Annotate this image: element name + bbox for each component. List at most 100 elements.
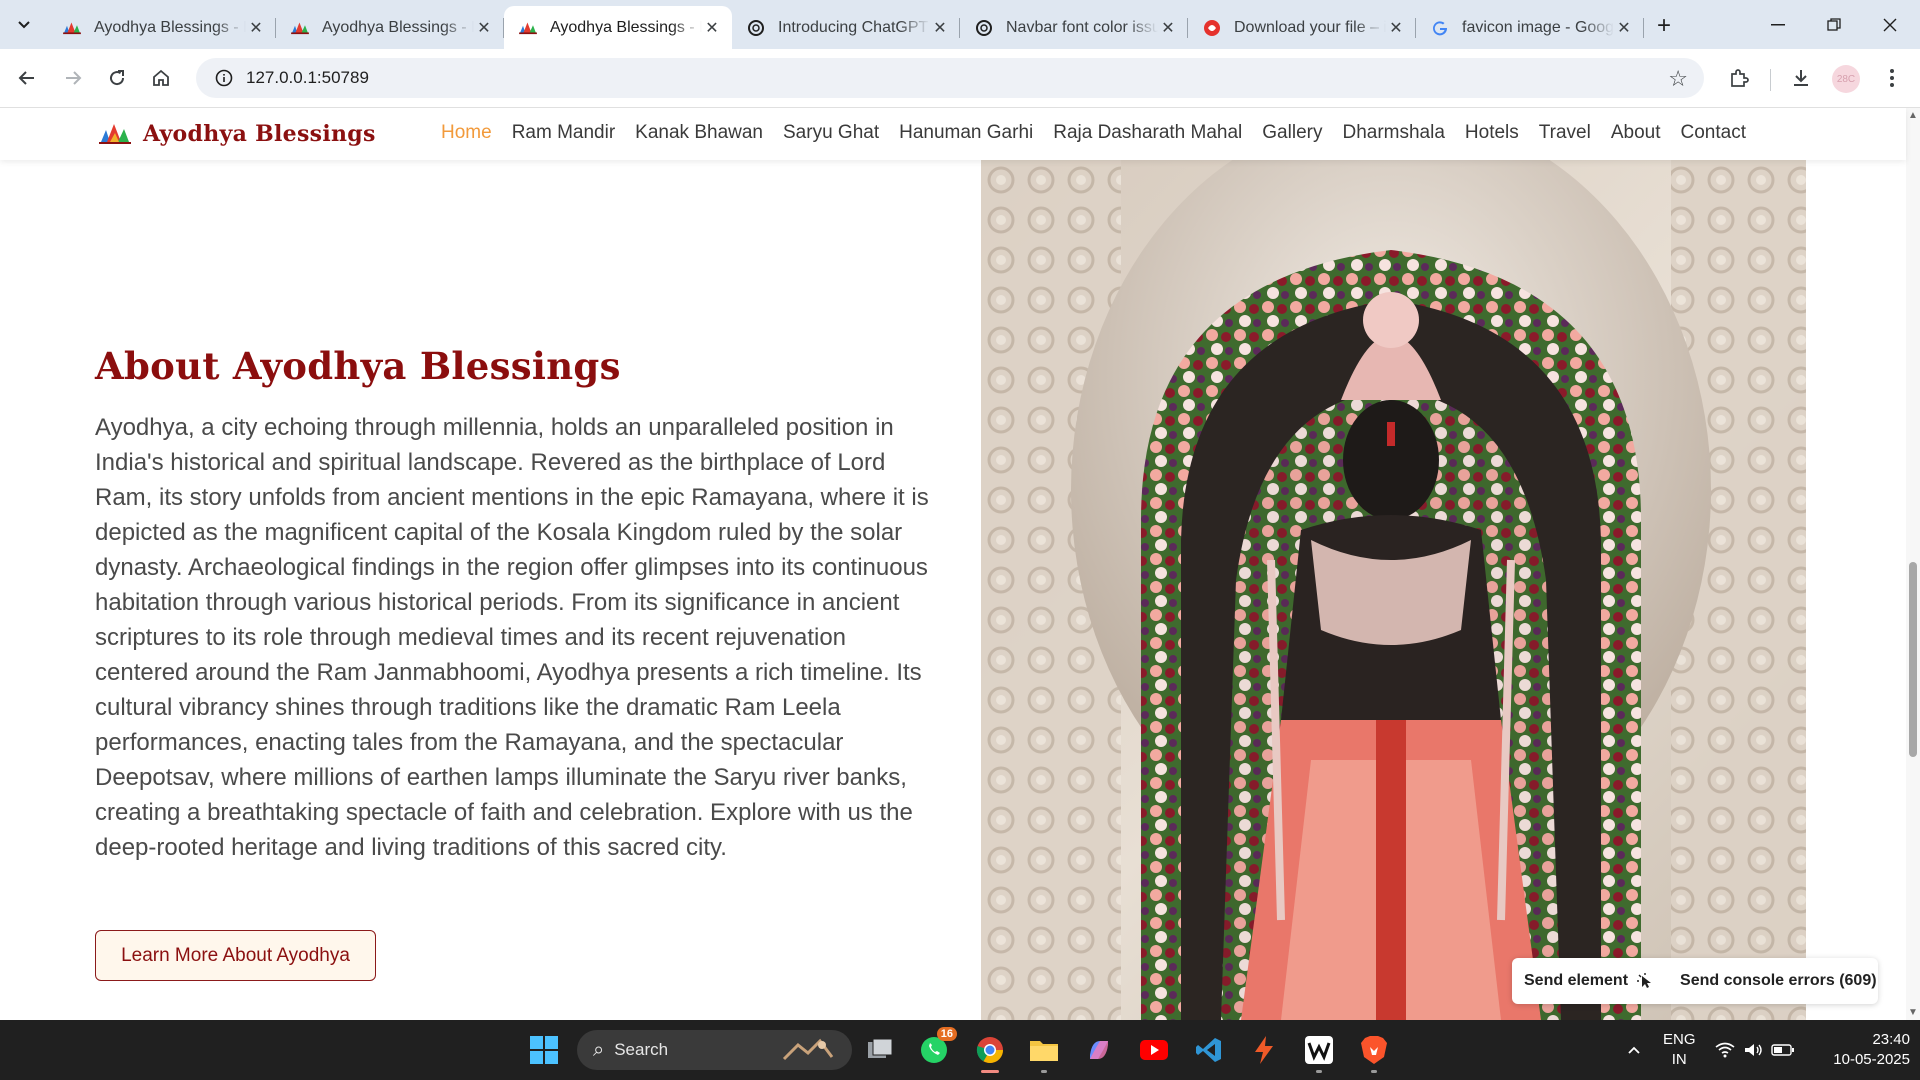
close-tab-icon[interactable]: ✕ [930,18,950,38]
scroll-up-icon[interactable]: ▲ [1908,110,1918,121]
close-window-button[interactable] [1862,0,1918,49]
ayodhya-logo-icon [62,18,82,38]
folder-icon [1030,1041,1058,1061]
ram-lalla-photo [981,160,1806,1020]
windows-taskbar: ⌕ Search 16 ENG IN 23:40 10-05-2025 [0,1020,1920,1080]
learn-more-button[interactable]: Learn More About Ayodhya [95,930,376,981]
nav-link-hanuman-garhi[interactable]: Hanuman Garhi [899,122,1033,144]
restore-button[interactable] [1806,0,1862,49]
nav-link-raja-dasharath-mahal[interactable]: Raja Dasharath Mahal [1053,122,1242,144]
page-scrollbar[interactable]: ▲ ▼ [1906,108,1920,1020]
flash-app-taskbar[interactable] [1247,1033,1281,1067]
language-code: ENG [1663,1031,1696,1048]
nav-link-contact[interactable]: Contact [1681,122,1746,144]
brave-taskbar-app[interactable] [1357,1033,1391,1073]
taskbar-search[interactable]: ⌕ Search [577,1030,852,1070]
nav-link-travel[interactable]: Travel [1539,122,1591,144]
profile-avatar[interactable]: 28C [1832,65,1860,93]
input-language-indicator[interactable]: ENG IN [1663,1030,1696,1070]
quick-settings[interactable] [1715,1020,1795,1080]
reload-button[interactable] [100,61,134,95]
chrome-icon [976,1037,1004,1064]
browser-tab[interactable]: Introducing ChatGPT ✕ [732,6,960,49]
browser-menu-button[interactable] [1875,61,1909,95]
browser-tab[interactable]: favicon image - Google Search✕ [1416,6,1644,49]
browser-toolbar: 127.0.0.1:50789 ☆ 28C [0,49,1920,108]
youtube-taskbar-app[interactable] [1137,1033,1171,1067]
site-brand[interactable]: Ayodhya Blessings [97,120,376,148]
nav-link-home[interactable]: Home [441,122,492,144]
tab-title: Ayodhya Blessings - Home [550,18,702,36]
whatsapp-badge: 16 [936,1027,957,1041]
close-tab-icon[interactable]: ✕ [1158,18,1178,38]
ilovepdf-icon [1202,18,1222,38]
forward-button[interactable] [56,61,90,95]
downloads-button[interactable] [1784,61,1818,95]
search-highlight-icon [782,1038,834,1061]
clock-time: 23:40 [1872,1031,1910,1048]
send-console-errors-button[interactable]: Send console errors (609) [1680,972,1877,990]
close-tab-icon[interactable]: ✕ [474,18,494,38]
close-tab-icon[interactable]: ✕ [246,18,266,38]
scrollbar-thumb[interactable] [1909,562,1917,757]
vscode-icon [1196,1038,1221,1062]
windows-logo-icon [530,1036,558,1064]
main-nav: Home Ram Mandir Kanak Bhawan Saryu Ghat Hanu… [441,122,1766,144]
task-view-button[interactable] [863,1033,897,1067]
nav-link-dharmshala[interactable]: Dharmshala [1342,122,1444,144]
browser-tab[interactable]: Ayodhya Blessings - Home✕ [504,6,732,49]
wps-running-indicator [1316,1070,1322,1073]
minimize-icon [1771,23,1785,25]
home-button[interactable] [144,61,178,95]
browser-tab[interactable]: Ayodhya Blessings - Home✕ [48,6,276,49]
chevron-up-icon [1628,1046,1640,1054]
devtools-send-overlay: Send element Send console errors (609) [1512,958,1878,1004]
browser-tab[interactable]: Navbar font color issue ✕ [960,6,1188,49]
arrow-left-icon [18,71,34,85]
close-tab-icon[interactable]: ✕ [1614,18,1634,38]
lightning-icon [1255,1036,1273,1064]
vscode-taskbar-app[interactable] [1192,1033,1226,1067]
start-button[interactable] [527,1033,561,1067]
close-tab-icon[interactable]: ✕ [1386,18,1406,38]
whatsapp-taskbar-app[interactable]: 16 [917,1027,957,1067]
nav-link-ram-mandir[interactable]: Ram Mandir [512,122,615,144]
send-element-button[interactable]: Send element [1524,972,1654,990]
nav-link-about[interactable]: About [1611,122,1661,144]
browser-tab[interactable]: Ayodhya Blessings - Home✕ [276,6,504,49]
url-text[interactable]: 127.0.0.1:50789 [246,68,369,88]
nav-link-gallery[interactable]: Gallery [1262,122,1322,144]
download-icon [1794,70,1808,86]
nav-link-hotels[interactable]: Hotels [1465,122,1519,144]
file-explorer-taskbar-app[interactable] [1027,1033,1061,1073]
chrome-taskbar-app[interactable] [973,1033,1007,1073]
page-viewport: Ayodhya Blessings Home Ram Mandir Kanak Bh… [0,108,1920,1020]
back-button[interactable] [10,61,44,95]
wifi-icon [1715,1042,1735,1058]
openai-icon [746,18,766,38]
address-bar[interactable]: 127.0.0.1:50789 ☆ [196,58,1704,98]
extensions-button[interactable] [1722,61,1756,95]
bookmark-star-icon[interactable]: ☆ [1668,66,1688,92]
chevron-down-icon [18,21,30,29]
minimize-button[interactable] [1750,0,1806,49]
copilot-taskbar-app[interactable] [1082,1033,1116,1067]
tab-search-button[interactable] [8,10,40,40]
new-tab-button[interactable]: + [1650,12,1678,40]
scroll-down-icon[interactable]: ▼ [1908,1007,1918,1018]
browser-tab[interactable]: Download your file – iLovePDF✕ [1188,6,1416,49]
copilot-icon [1090,1041,1108,1059]
about-paragraph: Ayodhya, a city echoing through millenni… [95,414,929,861]
site-info-icon[interactable] [204,69,244,87]
tab-list: Ayodhya Blessings - Home✕Ayodhya Blessin… [48,6,1644,49]
wps-taskbar-app[interactable] [1302,1033,1336,1073]
chrome-active-indicator [981,1070,999,1073]
show-hidden-icons-button[interactable] [1617,1033,1651,1067]
nav-link-kanak-bhawan[interactable]: Kanak Bhawan [635,122,763,144]
send-element-label: Send element [1524,972,1629,989]
close-tab-icon[interactable]: ✕ [702,18,722,38]
ayodhya-logo-icon [518,18,538,38]
search-icon: ⌕ [593,1038,605,1061]
system-clock[interactable]: 23:40 10-05-2025 [1810,1030,1910,1070]
nav-link-saryu-ghat[interactable]: Saryu Ghat [783,122,879,144]
